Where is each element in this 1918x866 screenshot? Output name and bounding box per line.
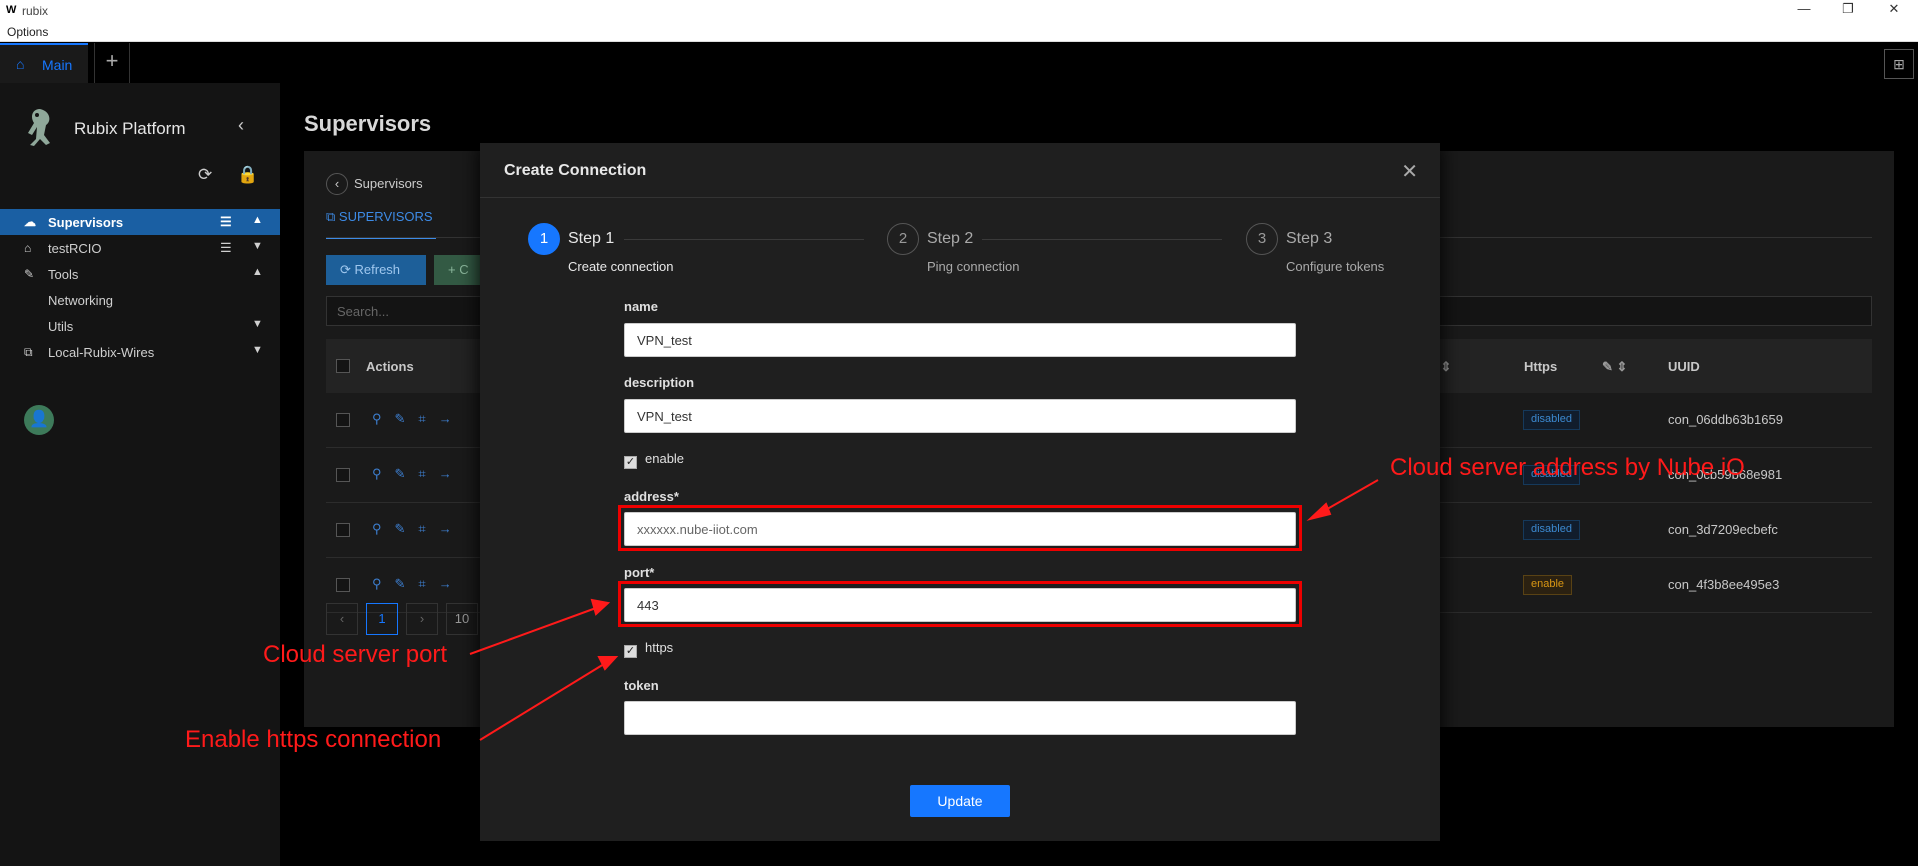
address-annotation: Cloud server address by Nube iO [1390,454,1745,481]
https-annotation: Enable https connection [185,726,442,753]
port-annotation: Cloud server port [263,641,448,668]
